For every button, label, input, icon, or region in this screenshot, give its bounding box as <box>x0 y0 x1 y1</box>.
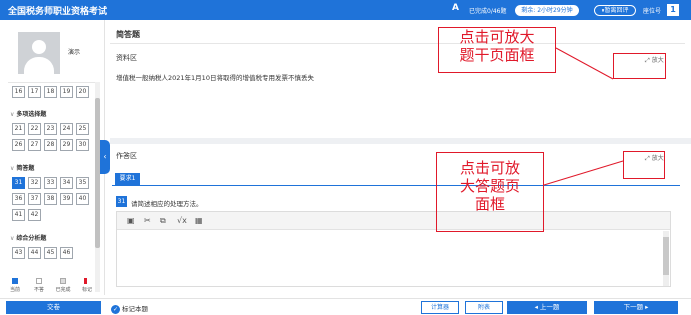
annotation-bottom: 点击可放 大答题页 面框 <box>436 152 544 232</box>
question-number[interactable]: 16 <box>12 86 25 98</box>
legend-current: 当前 <box>4 278 26 293</box>
table-icon[interactable]: ▦ <box>195 216 203 225</box>
next-icon: ▸ <box>643 303 649 311</box>
question-number[interactable]: 23 <box>44 123 57 135</box>
question-row: 21 22 23 24 25 <box>12 123 89 135</box>
submit-button[interactable]: 交卷 <box>6 301 101 314</box>
chevron-down-icon: ∨ <box>10 235 15 242</box>
question-number[interactable]: 17 <box>28 86 41 98</box>
mark-question-button[interactable]: ✓ 标记本题 <box>111 303 148 314</box>
collapse-sidebar-button[interactable]: ‹ <box>100 140 110 174</box>
question-number[interactable]: 20 <box>76 86 89 98</box>
editor-toolbar: ▣ ✂ ⧉ √x ▦ <box>117 212 670 230</box>
question-number[interactable]: 35 <box>76 177 89 189</box>
seat-label: 座位号 <box>643 8 662 15</box>
check-icon: ✓ <box>111 305 120 314</box>
tab-requirement-1[interactable]: 要求1 <box>115 173 140 185</box>
question-number[interactable]: 18 <box>44 86 57 98</box>
attachment-button[interactable]: 附表 <box>465 301 503 314</box>
question-number[interactable]: 28 <box>44 139 57 151</box>
question-number[interactable]: 21 <box>12 123 25 135</box>
prev-button[interactable]: ◂ 上一题 <box>507 301 587 314</box>
question-number[interactable]: 24 <box>60 123 73 135</box>
section-label: 简答题 <box>16 165 35 172</box>
progress-text: 已完成0/46题 <box>469 8 507 15</box>
answer-label: 作答区 <box>116 152 137 160</box>
question-number-badge: 31 <box>116 196 127 207</box>
question-row: 16 17 18 19 20 <box>12 86 89 98</box>
question-text: 请简述相应的处理方法。 <box>131 200 203 208</box>
chevron-left-icon: ‹ <box>103 152 107 161</box>
legend-marked: 标记 <box>76 278 98 293</box>
chevron-down-icon: ∨ <box>10 165 15 172</box>
question-navigator: 演示 16 17 18 19 20 ∨ 多项选择题 21 22 23 24 25 … <box>0 20 105 295</box>
question-number[interactable]: 45 <box>44 247 57 259</box>
question-number[interactable]: 27 <box>28 139 41 151</box>
bottom-bar: 交卷 ✓ 标记本题 计算器 附表 ◂ 上一题 下一题 ▸ <box>0 298 691 315</box>
question-type-title: 简答题 <box>116 30 140 39</box>
calculator-button[interactable]: 计算器 <box>421 301 459 314</box>
question-number[interactable]: 41 <box>12 209 25 221</box>
question-number[interactable]: 22 <box>28 123 41 135</box>
prev-label: 上一题 <box>539 303 560 311</box>
section-analysis[interactable]: ∨ 综合分析题 <box>10 233 46 242</box>
question-row: 41 42 <box>12 209 41 221</box>
question-number[interactable]: 40 <box>76 193 89 205</box>
chevron-down-icon: ∨ <box>10 111 15 118</box>
top-bar: 全国税务师职业资格考试 A 已完成0/46题 剩余: 2小时29分钟 ⏸暂离回评… <box>0 0 691 20</box>
material-text: 增值税一般纳税人2021年1月10日将取得的增值税专用发票不慎丢失 <box>116 74 314 82</box>
question-number[interactable]: 30 <box>76 139 89 151</box>
question-number[interactable]: 39 <box>60 193 73 205</box>
editor-scrollbar[interactable] <box>663 231 669 286</box>
section-short-answer[interactable]: ∨ 简答题 <box>10 163 34 172</box>
next-label: 下一题 <box>623 303 644 311</box>
question-number[interactable]: 38 <box>44 193 57 205</box>
question-number[interactable]: 29 <box>60 139 73 151</box>
question-number[interactable]: 32 <box>28 177 41 189</box>
question-number[interactable]: 34 <box>60 177 73 189</box>
question-number[interactable]: 46 <box>60 247 73 259</box>
question-number[interactable]: 26 <box>12 139 25 151</box>
formula-icon[interactable]: √x <box>177 216 187 225</box>
avatar <box>18 32 60 74</box>
pause-button[interactable]: ⏸暂离回评 <box>594 5 636 16</box>
question-number[interactable]: 44 <box>28 247 41 259</box>
next-button[interactable]: 下一题 ▸ <box>594 301 678 314</box>
question-row: 26 27 28 29 30 <box>12 139 89 151</box>
question-number[interactable]: 43 <box>12 247 25 259</box>
question-row: 31 32 33 34 35 <box>12 177 89 189</box>
question-number[interactable]: 42 <box>28 209 41 221</box>
annotation-top: 点击可放大 题干页面框 <box>438 27 556 73</box>
copy-icon[interactable]: ⧉ <box>160 216 166 226</box>
font-size-icon[interactable]: A <box>452 3 459 13</box>
section-multi-choice[interactable]: ∨ 多项选择题 <box>10 109 46 118</box>
panel-divider <box>110 138 691 144</box>
question-number[interactable]: 33 <box>44 177 57 189</box>
question-number[interactable]: 25 <box>76 123 89 135</box>
question-number[interactable]: 37 <box>28 193 41 205</box>
question-number[interactable]: 19 <box>60 86 73 98</box>
cut-icon[interactable]: ✂ <box>144 216 151 225</box>
pause-label: 暂离回评 <box>604 7 629 14</box>
section-label: 综合分析题 <box>16 235 47 242</box>
legend-unanswered: 不答 <box>28 278 50 293</box>
annotation-top-box <box>613 53 666 79</box>
question-number[interactable]: 36 <box>12 193 25 205</box>
insert-image-icon[interactable]: ▣ <box>127 216 135 225</box>
seat-number: 1 <box>667 4 679 16</box>
annotation-bottom-box <box>623 151 665 179</box>
legend-done: 已完成 <box>52 278 74 293</box>
question-row: 43 44 45 46 <box>12 247 73 259</box>
answer-editor[interactable]: ▣ ✂ ⧉ √x ▦ <box>116 211 671 287</box>
mark-label: 标记本题 <box>122 305 148 313</box>
question-number-current[interactable]: 31 <box>12 177 25 189</box>
exam-title: 全国税务师职业资格考试 <box>8 7 108 17</box>
user-name: 演示 <box>68 49 81 56</box>
timer-badge: 剩余: 2小时29分钟 <box>515 5 579 16</box>
section-label: 多项选择题 <box>16 111 47 118</box>
material-label: 资料区 <box>116 54 137 62</box>
question-row: 36 37 38 39 40 <box>12 193 89 205</box>
